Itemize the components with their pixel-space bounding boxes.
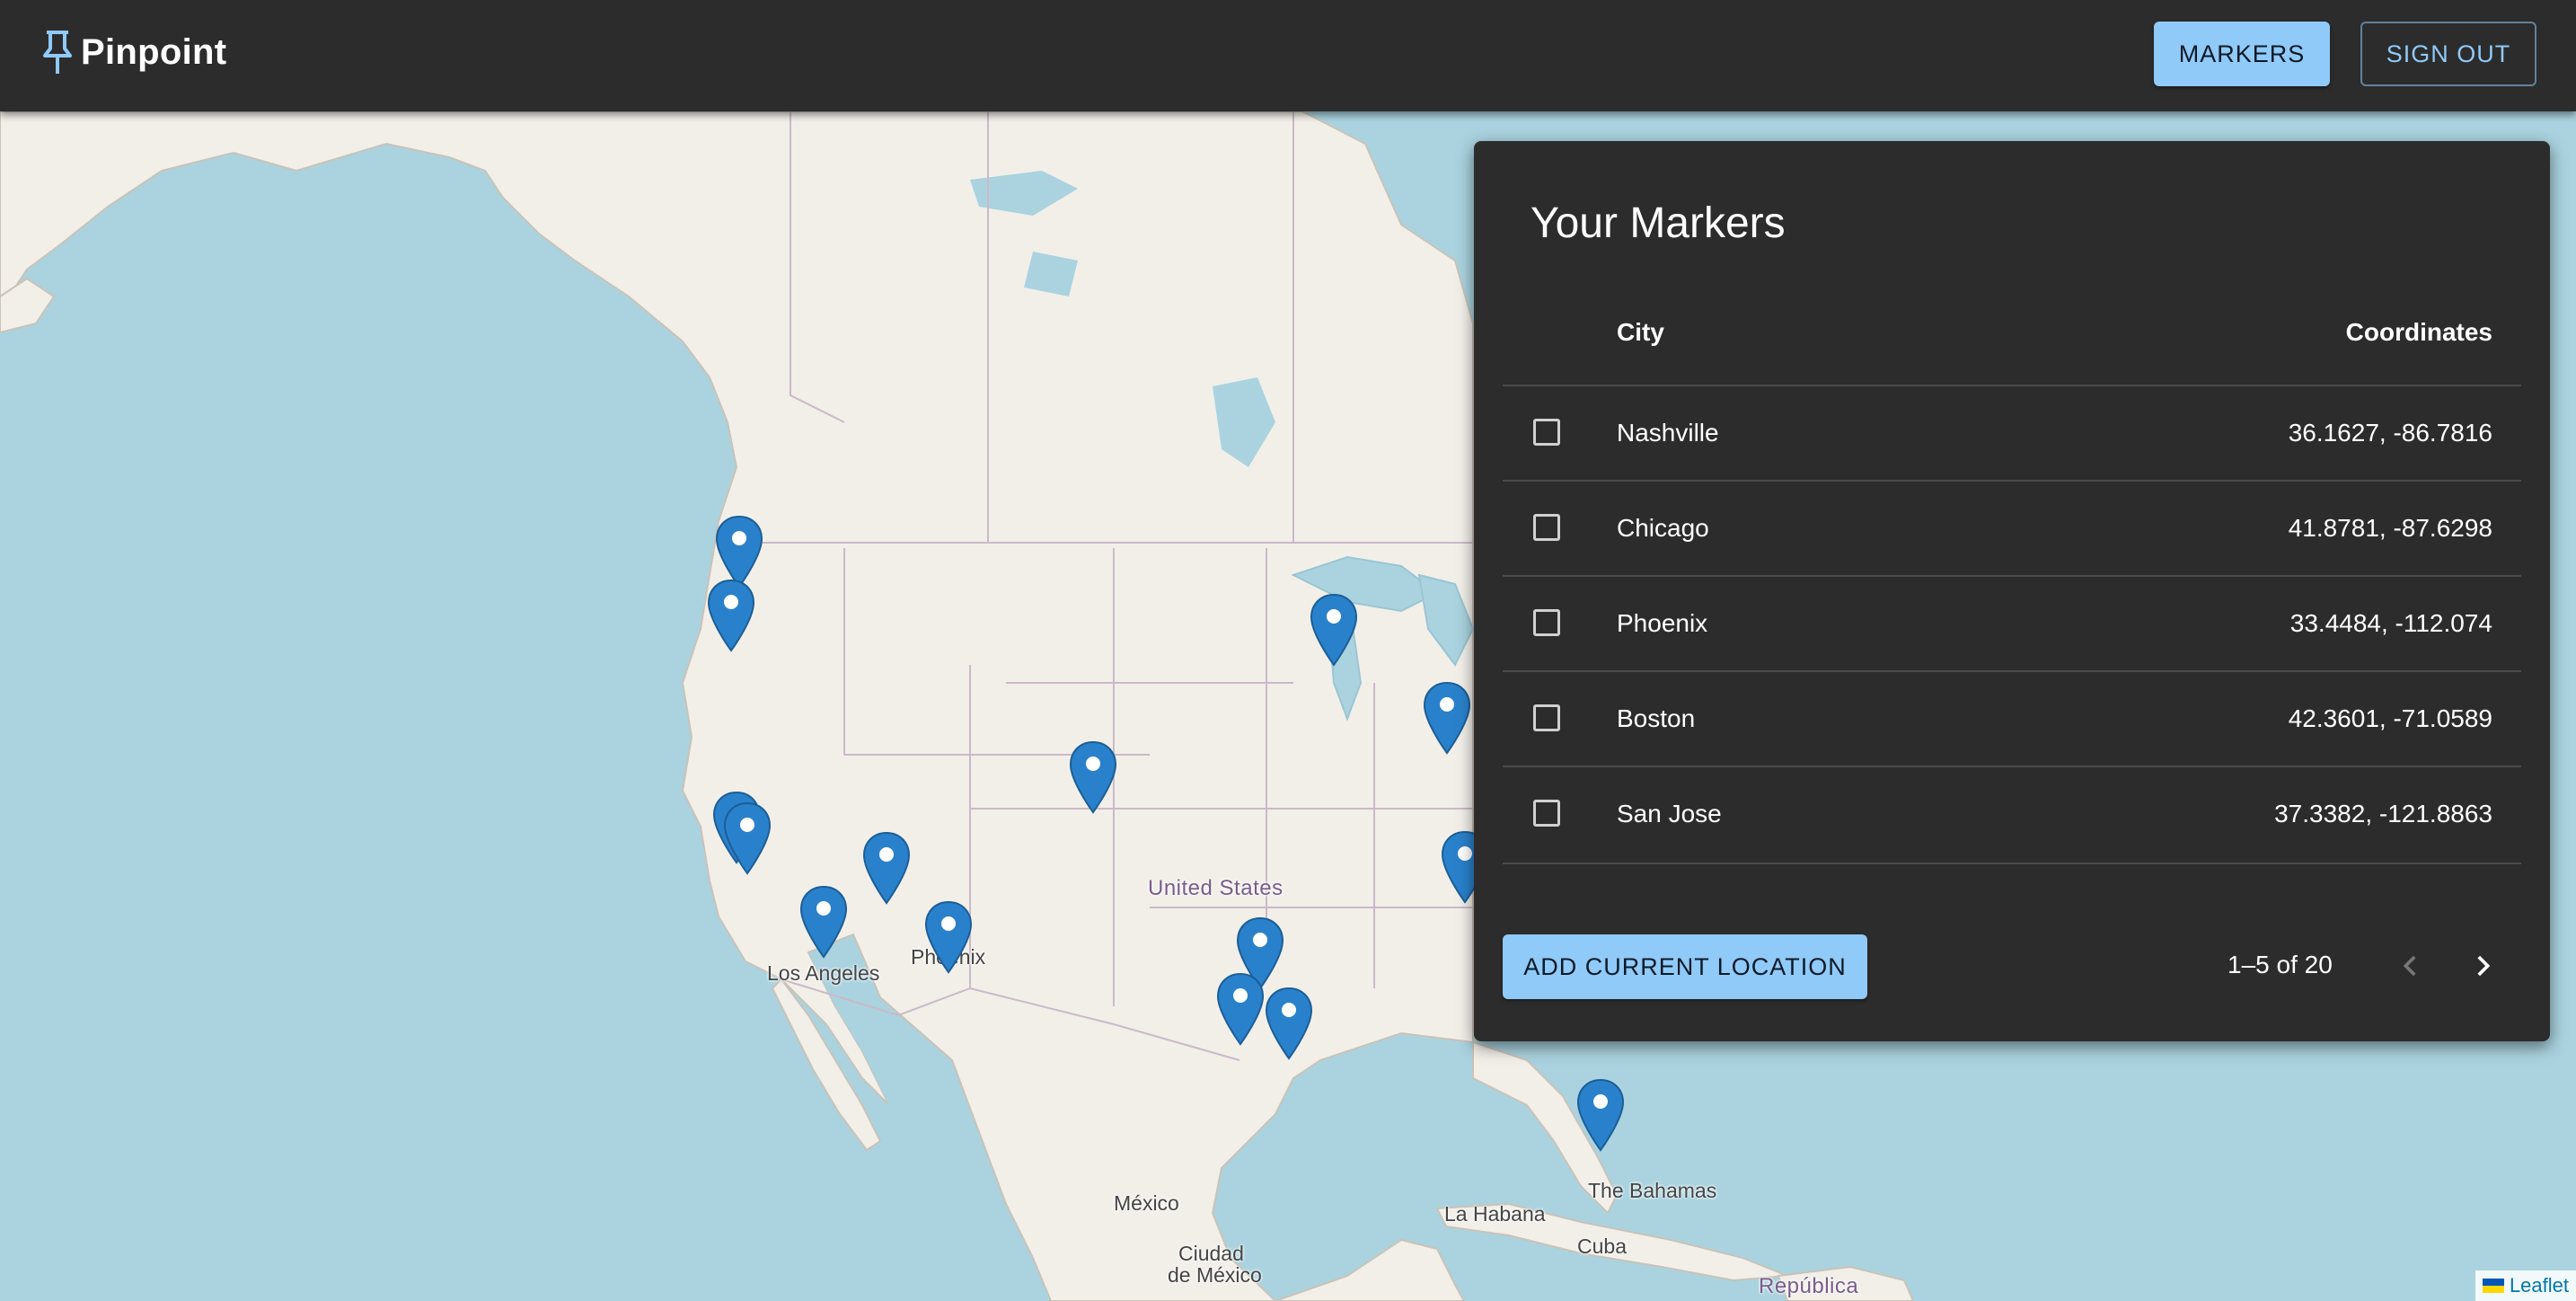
map-label-ciudad: Ciudad [1178, 1242, 1244, 1265]
attribution-link[interactable]: Leaflet [2510, 1274, 2569, 1297]
next-page-button[interactable] [2461, 944, 2504, 987]
map-marker-pin[interactable] [707, 579, 755, 652]
row-checkbox[interactable] [1533, 514, 1560, 541]
row-city: Nashville [1617, 419, 1719, 447]
row-checkbox[interactable] [1533, 609, 1560, 636]
map-marker-pin[interactable] [1216, 972, 1265, 1046]
map-marker-pin[interactable] [924, 900, 973, 974]
map-marker-pin[interactable] [1576, 1078, 1625, 1152]
map-marker-pin[interactable] [723, 801, 772, 875]
map-marker-pin[interactable] [1423, 681, 1471, 755]
table-row[interactable]: San Jose 37.3382, -121.8863 [1503, 766, 2521, 864]
markers-button[interactable]: MARKERS [2154, 22, 2330, 86]
map-marker-pin[interactable] [862, 831, 911, 905]
map-label-republica: República [1759, 1274, 1859, 1298]
row-city: Boston [1617, 704, 1696, 732]
map-marker-pin[interactable] [799, 885, 848, 959]
column-header-city[interactable]: City [1617, 318, 1664, 347]
map-label-cuba: Cuba [1577, 1235, 1627, 1258]
previous-page-button[interactable] [2389, 944, 2432, 987]
markers-panel: Your Markers City Coordinates Nashville … [1474, 141, 2550, 1041]
map-label-mexico: México [1114, 1191, 1179, 1215]
map-marker-pin[interactable] [1265, 987, 1313, 1060]
panel-title: Your Markers [1531, 199, 1786, 247]
map-marker-pin[interactable] [715, 515, 763, 589]
row-city: Phoenix [1617, 609, 1708, 637]
pagination-label: 1–5 of 20 [2228, 951, 2333, 978]
map-marker-pin[interactable] [1310, 593, 1358, 667]
table-row[interactable]: Nashville 36.1627, -86.7816 [1503, 385, 2521, 482]
row-city: San Jose [1617, 800, 1722, 828]
map-label-de-mexico: de México [1168, 1263, 1262, 1287]
table-row[interactable]: Phoenix 33.4484, -112.074 [1503, 575, 2521, 672]
map-label-los-angeles: Los Angeles [767, 961, 880, 985]
row-checkbox[interactable] [1533, 419, 1560, 446]
row-city: Chicago [1617, 514, 1709, 542]
add-current-location-button[interactable]: ADD CURRENT LOCATION [1503, 934, 1867, 999]
push-pin-icon [43, 31, 72, 74]
ukraine-flag-icon [2482, 1279, 2504, 1293]
chevron-left-icon [2403, 955, 2416, 977]
row-coordinates: 36.1627, -86.7816 [2288, 419, 2492, 447]
map-marker-pin[interactable] [1069, 740, 1117, 814]
app-bar: Pinpoint MARKERS SIGN OUT [0, 0, 2576, 111]
row-checkbox[interactable] [1533, 704, 1560, 731]
column-header-coordinates[interactable]: Coordinates [2346, 318, 2492, 347]
app-name: Pinpoint [81, 31, 227, 72]
chevron-right-icon [2477, 955, 2491, 977]
table-row[interactable]: Boston 42.3601, -71.0589 [1503, 670, 2521, 767]
map-attribution[interactable]: Leaflet [2475, 1270, 2576, 1301]
map-label-united-states: United States [1148, 876, 1284, 900]
row-coordinates: 33.4484, -112.074 [2289, 609, 2492, 637]
row-coordinates: 37.3382, -121.8863 [2274, 800, 2492, 828]
map-label-bahamas: The Bahamas [1588, 1179, 1717, 1202]
row-coordinates: 42.3601, -71.0589 [2288, 704, 2492, 732]
brand[interactable]: Pinpoint [40, 29, 226, 75]
map-label-la-habana: La Habana [1444, 1202, 1546, 1226]
sign-out-button[interactable]: SIGN OUT [2360, 22, 2536, 86]
table-row[interactable]: Chicago 41.8781, -87.6298 [1503, 480, 2521, 577]
row-checkbox[interactable] [1533, 800, 1560, 827]
row-coordinates: 41.8781, -87.6298 [2288, 514, 2492, 542]
